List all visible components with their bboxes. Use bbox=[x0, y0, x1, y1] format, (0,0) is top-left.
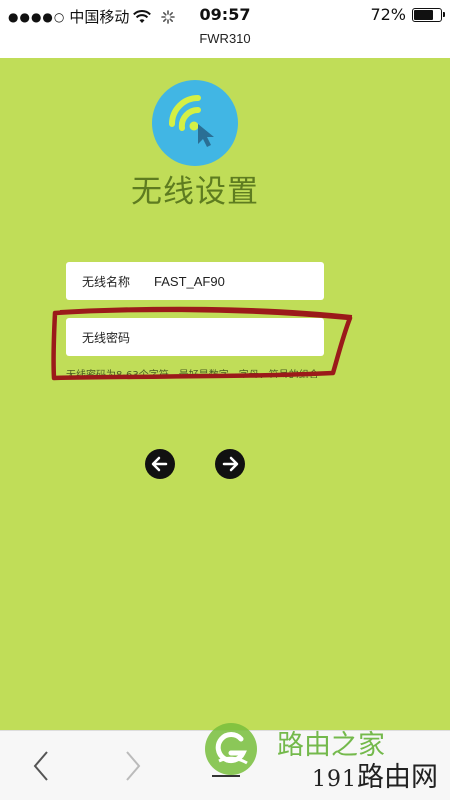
watermark-brand: 路由网 bbox=[357, 762, 438, 793]
battery-icon bbox=[412, 7, 445, 22]
arrow-left-icon bbox=[151, 456, 168, 472]
next-button[interactable] bbox=[215, 449, 245, 479]
status-right: 72% bbox=[370, 5, 445, 24]
watermark-text-bottom: 191路由网 bbox=[312, 755, 438, 794]
watermark-digits: 191 bbox=[312, 767, 357, 792]
wifi-password-field[interactable]: 无线密码 bbox=[66, 318, 324, 356]
wifi-name-field[interactable]: 无线名称 FAST_AF90 bbox=[66, 262, 324, 300]
previous-button[interactable] bbox=[145, 449, 175, 479]
battery-percent: 72% bbox=[370, 5, 406, 24]
arrow-right-icon bbox=[222, 456, 239, 472]
password-hint: 无线密码为8-63个字符，最好是数字、字母、符号的组合 bbox=[66, 370, 319, 378]
battery-fill bbox=[414, 9, 433, 20]
back-icon[interactable] bbox=[32, 749, 50, 783]
url-title: FWR310 bbox=[199, 31, 251, 46]
wifi-name-value[interactable]: FAST_AF90 bbox=[154, 274, 225, 289]
wifi-password-label: 无线密码 bbox=[82, 330, 131, 345]
browser-url-bar[interactable]: FWR310 bbox=[0, 30, 450, 58]
status-bar: ●●●●○ 中国移动 09:57 72% bbox=[0, 0, 450, 30]
watermark-logo-icon bbox=[205, 723, 257, 775]
forward-icon[interactable] bbox=[124, 749, 142, 783]
watermark-logo-graphic bbox=[215, 732, 248, 765]
page-title: 无线设置 bbox=[131, 174, 259, 210]
wifi-name-label: 无线名称 bbox=[82, 274, 131, 289]
wifi-cursor-icon bbox=[152, 80, 238, 166]
wifi-cursor-icon-graphic bbox=[169, 95, 214, 147]
